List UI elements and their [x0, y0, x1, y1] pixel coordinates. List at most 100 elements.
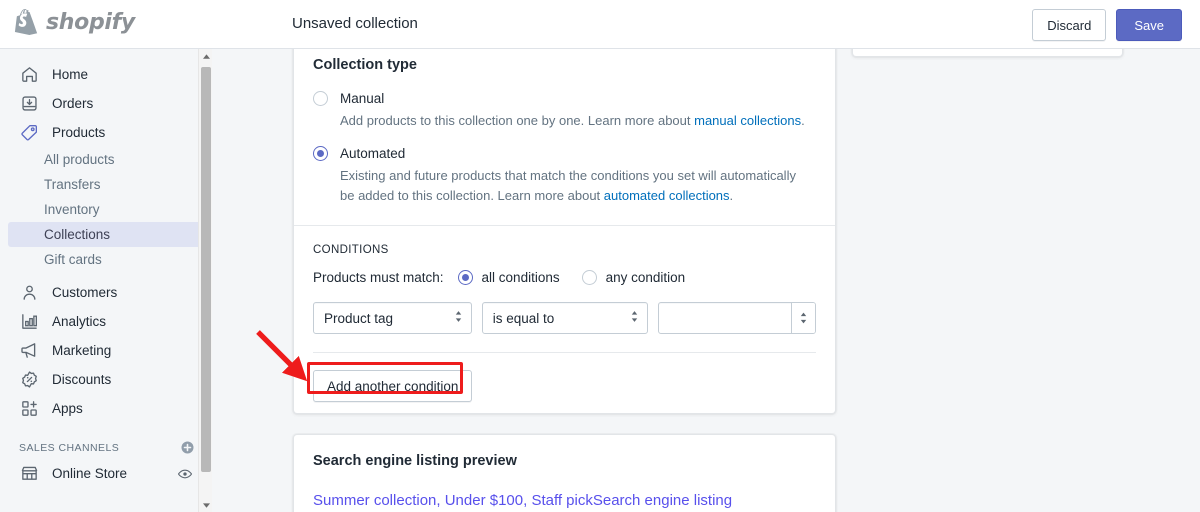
top-bar: shopify Unsaved collection Discard Save	[0, 0, 1200, 49]
sidebar-item-home[interactable]: Home	[8, 60, 203, 89]
sidebar-item-label: Analytics	[52, 314, 107, 329]
shopify-wordmark: shopify	[46, 10, 135, 35]
sidebar-item-label: Home	[52, 67, 89, 82]
match-option-all-label: all conditions	[481, 270, 560, 285]
condition-operator-select[interactable]: is equal to	[481, 302, 649, 334]
sidebar-scrollbar[interactable]	[198, 49, 212, 512]
storefront-icon	[19, 464, 39, 484]
analytics-bars-icon	[19, 312, 39, 332]
match-option-all[interactable]: all conditions	[457, 270, 560, 285]
match-mode-row: Products must match: all conditions any …	[313, 270, 816, 285]
plus-circle-icon[interactable]	[180, 440, 195, 455]
sidebar-item-label: Discounts	[52, 372, 112, 387]
collection-type-option-manual[interactable]: Manual	[313, 90, 816, 107]
sidebar-item-all-products[interactable]: All products	[8, 147, 203, 172]
add-another-condition-button[interactable]: Add another condition	[313, 370, 473, 402]
collection-settings-card: Collection type Manual Add products to t…	[293, 49, 836, 414]
manual-help-before: Add products to this collection one by o…	[340, 113, 695, 128]
add-condition-wrap: Add another condition	[294, 353, 835, 421]
sidebar-item-label: Online Store	[52, 466, 128, 481]
automated-help-after: .	[729, 188, 734, 203]
page-title: Unsaved collection	[292, 15, 418, 32]
sidebar-item-gift-cards[interactable]: Gift cards	[8, 247, 203, 272]
collection-type-section: Collection type Manual Add products to t…	[294, 49, 835, 225]
sidebar-item-orders[interactable]: Orders	[8, 89, 203, 118]
sidebar-item-label: Transfers	[44, 177, 101, 192]
radio-manual[interactable]	[313, 91, 328, 106]
apps-grid-plus-icon	[19, 399, 39, 419]
seo-preview-link[interactable]: Summer collection, Under $100, Staff pic…	[313, 489, 816, 512]
automated-help-text: Existing and future products that match …	[340, 166, 810, 206]
seo-preview-section: Search engine listing preview Summer col…	[294, 435, 835, 512]
match-option-any-label: any condition	[605, 270, 686, 285]
home-icon	[19, 65, 39, 85]
discard-button[interactable]: Discard	[1032, 9, 1107, 41]
products-tag-icon	[19, 123, 39, 143]
conditions-heading: CONDITIONS	[313, 244, 389, 256]
sidebar-section-title: SALES CHANNELS	[19, 441, 120, 454]
sidebar-item-apps[interactable]: Apps	[8, 394, 203, 423]
radio-automated[interactable]	[313, 146, 328, 161]
sidebar-item-label: Orders	[52, 96, 94, 111]
caret-up-icon[interactable]	[199, 49, 213, 63]
shopify-admin-screen: shopify Unsaved collection Discard Save …	[0, 0, 1200, 512]
condition-operator-value: is equal to	[492, 310, 555, 326]
sidebar-item-customers[interactable]: Customers	[8, 278, 203, 307]
stepper-updown-icon	[630, 310, 639, 327]
sidebar-item-inventory[interactable]: Inventory	[8, 197, 203, 222]
sidebar-item-label: Collections	[44, 227, 111, 242]
condition-row: Product tag is equal to	[313, 302, 816, 334]
condition-field-select[interactable]: Product tag	[313, 302, 472, 334]
discounts-percent-icon	[19, 370, 39, 390]
customers-person-icon	[19, 283, 39, 303]
sidebar-item-online-store[interactable]: Online Store	[8, 459, 203, 488]
sidebar-item-transfers[interactable]: Transfers	[8, 172, 203, 197]
aside-card-fragment	[852, 49, 1123, 57]
sidebar-item-label: Marketing	[52, 343, 112, 358]
manual-help-after: .	[801, 113, 805, 128]
eye-icon[interactable]	[177, 466, 193, 482]
sidebar-item-label: Products	[52, 125, 106, 140]
sidebar-item-products[interactable]: Products	[8, 118, 203, 147]
sidebar-item-discounts[interactable]: Discounts	[8, 365, 203, 394]
seo-preview-card: Search engine listing preview Summer col…	[293, 434, 836, 512]
caret-down-icon[interactable]	[199, 498, 213, 512]
sidebar-item-label: Gift cards	[44, 252, 102, 267]
shopify-bag-icon	[14, 9, 39, 36]
orders-inbox-icon	[19, 94, 39, 114]
conditions-section: CONDITIONS Products must match: all cond…	[294, 226, 835, 334]
radio-manual-label: Manual	[340, 91, 385, 106]
top-bar-actions: Discard Save	[1032, 9, 1182, 41]
sidebar-item-analytics[interactable]: Analytics	[8, 307, 203, 336]
sidebar: Home Orders Products All products Transf…	[0, 49, 212, 512]
match-option-any[interactable]: any condition	[581, 270, 686, 285]
condition-value-stepper[interactable]	[791, 303, 815, 333]
marketing-megaphone-icon	[19, 341, 39, 361]
save-button[interactable]: Save	[1116, 9, 1182, 41]
sidebar-item-label: Apps	[52, 401, 83, 416]
radio-all-conditions[interactable]	[457, 270, 473, 285]
sidebar-item-label: Inventory	[44, 202, 100, 217]
sidebar-item-collections[interactable]: Collections	[8, 222, 203, 247]
collection-type-title: Collection type	[313, 57, 417, 73]
stepper-updown-icon	[454, 310, 463, 327]
sidebar-item-label: All products	[44, 152, 115, 167]
sidebar-section-sales-channels: SALES CHANNELS	[19, 440, 195, 455]
condition-field-value: Product tag	[324, 310, 394, 326]
sidebar-item-marketing[interactable]: Marketing	[8, 336, 203, 365]
shopify-logo[interactable]: shopify	[14, 9, 135, 36]
sidebar-nav: Home Orders Products All products Transf…	[0, 49, 211, 488]
seo-preview-title: Search engine listing preview	[313, 453, 517, 469]
match-label: Products must match:	[313, 270, 444, 285]
condition-value-input[interactable]	[659, 303, 792, 333]
radio-automated-label: Automated	[340, 146, 406, 161]
manual-help-text: Add products to this collection one by o…	[340, 111, 810, 131]
automated-collections-link[interactable]: automated collections	[604, 188, 730, 203]
manual-collections-link[interactable]: manual collections	[694, 113, 801, 128]
main-content: Collection type Manual Add products to t…	[213, 49, 1200, 512]
collection-type-option-automated[interactable]: Automated	[313, 145, 816, 162]
condition-value-group	[658, 302, 816, 334]
scrollbar-thumb[interactable]	[201, 67, 211, 472]
radio-any-condition[interactable]	[581, 270, 597, 285]
